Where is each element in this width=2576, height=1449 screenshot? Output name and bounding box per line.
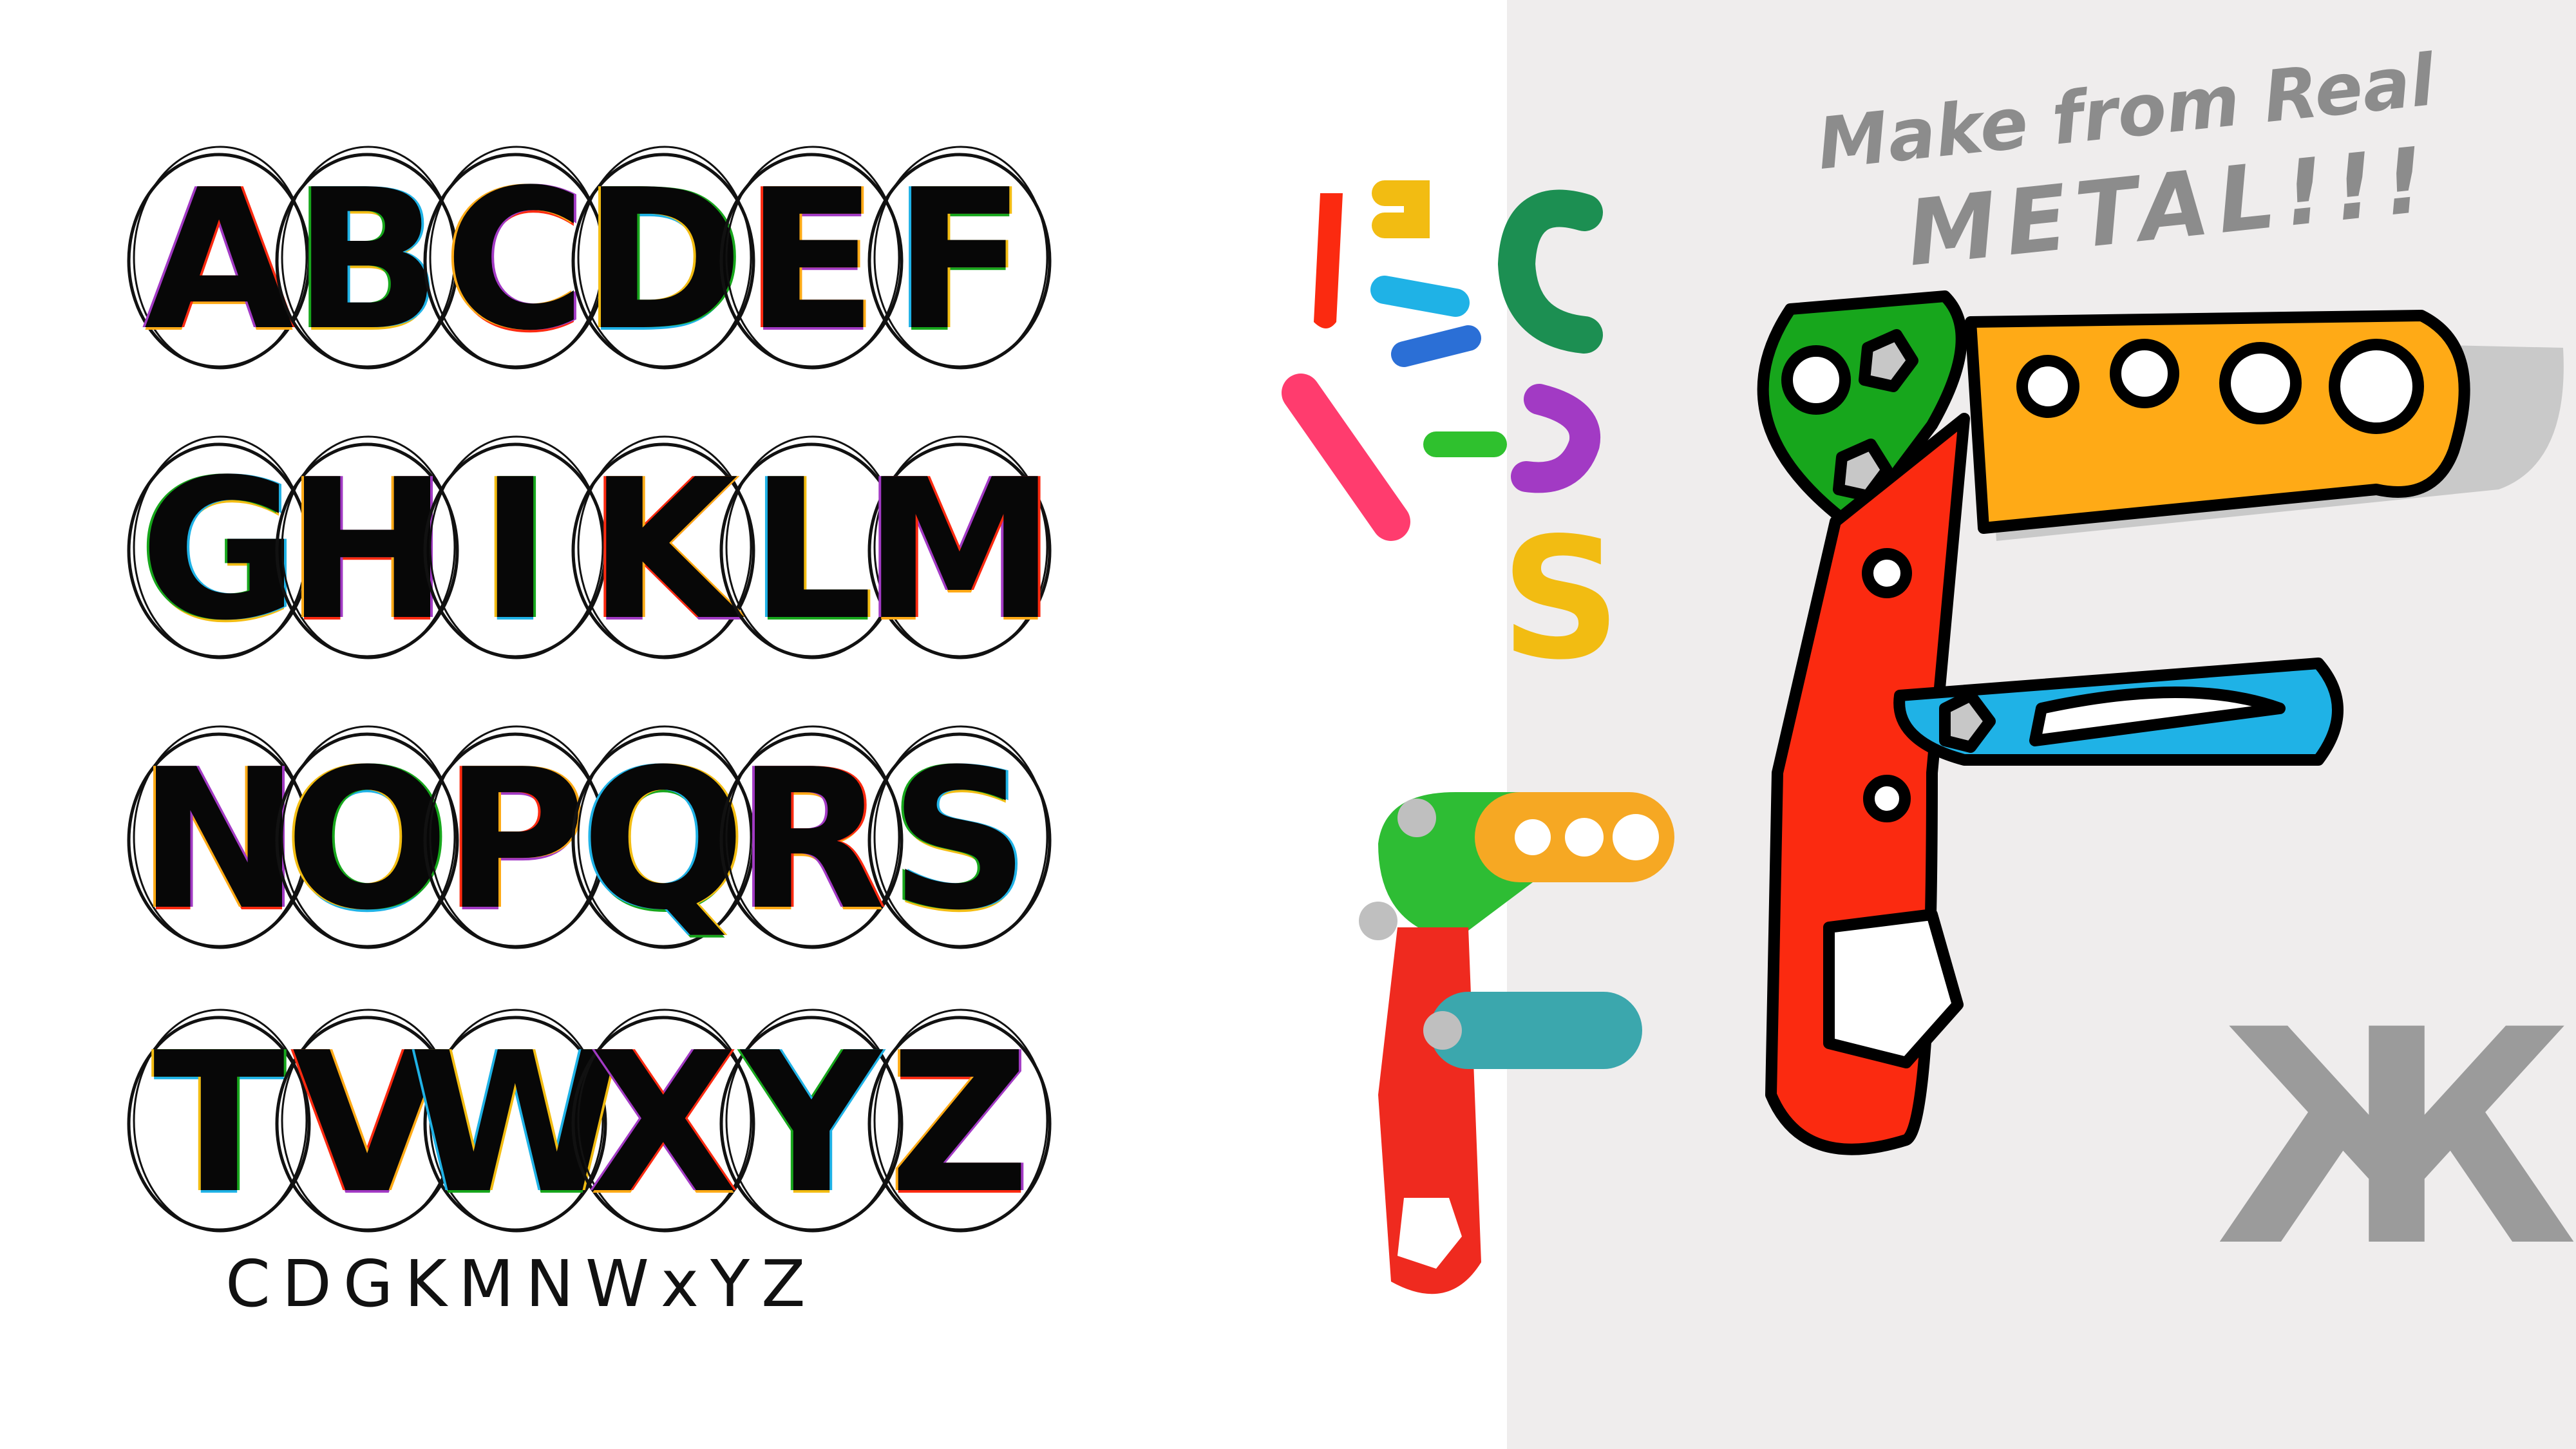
metal-f-photo [1359,792,1674,1294]
stroke-swatches: S [1282,180,1621,697]
cyrillic-zhe-glyph: Ж [2215,967,2576,1312]
canvas: ABCDEF GHIKLM NOPQRS TVWXYZ CDGKMNWxYZ S [0,0,2576,1449]
swatch-s-letter: S [1501,502,1621,697]
